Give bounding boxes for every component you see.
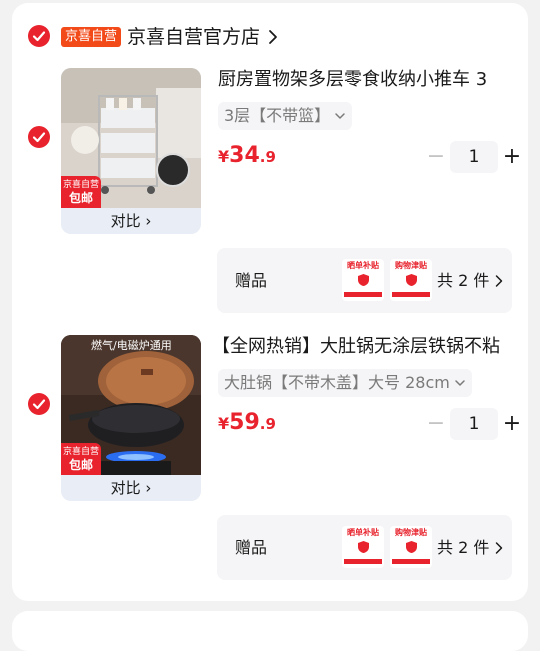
thumb-tag-top: 京喜自营 bbox=[62, 180, 99, 190]
compare-button[interactable]: 对比 › bbox=[61, 208, 201, 234]
quantity-stepper: − 1 + bbox=[424, 408, 524, 440]
item-select-check-icon[interactable] bbox=[28, 393, 50, 415]
spec-selector[interactable]: 大肚锅【不带木盖】大号 28cm bbox=[218, 369, 472, 397]
gift-bar bbox=[344, 559, 382, 564]
spec-label: 3层【不带篮】 bbox=[224, 106, 331, 125]
thumb-tag-top: 京喜自营 bbox=[62, 447, 99, 457]
gift-name: 晒单补贴 bbox=[347, 261, 379, 270]
shield-icon bbox=[358, 541, 369, 553]
gift-count-text: 共 2 件 bbox=[437, 271, 490, 290]
plus-icon[interactable]: + bbox=[500, 408, 524, 440]
product-thumbnail[interactable]: 燃气/电磁炉通用 京喜自营 包邮 对比 › bbox=[61, 335, 201, 501]
gift-bar bbox=[344, 292, 382, 297]
shield-icon bbox=[406, 274, 417, 286]
price-currency: ¥ bbox=[218, 414, 230, 433]
quantity-stepper: − 1 + bbox=[424, 141, 524, 173]
shield-icon bbox=[358, 274, 369, 286]
thumb-caption: 燃气/电磁炉通用 bbox=[91, 339, 172, 352]
chevron-right-icon[interactable] bbox=[267, 28, 279, 46]
gift-name: 晒单补贴 bbox=[347, 528, 379, 537]
next-store-card bbox=[12, 611, 528, 651]
gift-name: 购物津贴 bbox=[395, 261, 427, 270]
product-thumbnail[interactable]: 京喜自营 包邮 对比 › bbox=[61, 68, 201, 234]
price-decimal: .9 bbox=[259, 148, 276, 166]
minus-icon[interactable]: − bbox=[424, 141, 448, 173]
minus-icon[interactable]: − bbox=[424, 408, 448, 440]
gift-name: 购物津贴 bbox=[395, 528, 427, 537]
store-card: 京喜自营 京喜自营官方店 京喜自营 包邮 对比 › 厨房置物架多层零食收纳小推车… bbox=[12, 3, 528, 601]
gift-thumbnail: 购物津贴 bbox=[390, 259, 432, 301]
gift-count[interactable]: 共 2 件 bbox=[437, 269, 503, 293]
gift-count-text: 共 2 件 bbox=[437, 538, 490, 557]
chevron-down-icon bbox=[335, 113, 345, 119]
chevron-down-icon bbox=[455, 380, 465, 386]
gift-count[interactable]: 共 2 件 bbox=[437, 536, 503, 560]
price-decimal: .9 bbox=[259, 415, 276, 433]
gift-row[interactable]: 赠品 晒单补贴 购物津贴 共 2 件 bbox=[217, 248, 512, 313]
gift-thumbnail: 购物津贴 bbox=[390, 526, 432, 568]
thumb-promo-tag: 京喜自营 包邮 bbox=[61, 176, 101, 208]
store-badge: 京喜自营 bbox=[61, 27, 122, 47]
price-integer: 59 bbox=[229, 410, 260, 435]
spec-selector[interactable]: 3层【不带篮】 bbox=[218, 102, 353, 130]
product-price: ¥34.9 bbox=[218, 143, 276, 168]
thumb-tag-bottom: 包邮 bbox=[68, 458, 93, 472]
gift-label: 赠品 bbox=[235, 538, 268, 557]
item-select-check-icon[interactable] bbox=[28, 126, 50, 148]
thumb-tag-bottom: 包邮 bbox=[68, 191, 93, 205]
product-title[interactable]: 厨房置物架多层零食收纳小推车 3 bbox=[218, 67, 518, 93]
price-integer: 34 bbox=[229, 143, 260, 168]
gift-row[interactable]: 赠品 晒单补贴 购物津贴 共 2 件 bbox=[217, 515, 512, 580]
product-title[interactable]: 【全网热销】大肚锅无涂层铁锅不粘 bbox=[212, 334, 518, 360]
thumb-promo-tag: 京喜自营 包邮 bbox=[61, 443, 101, 475]
gift-bar bbox=[392, 292, 430, 297]
gift-thumbnail: 晒单补贴 bbox=[342, 259, 384, 301]
gift-label: 赠品 bbox=[235, 271, 268, 290]
gift-thumbnail: 晒单补贴 bbox=[342, 526, 384, 568]
chevron-right-icon bbox=[496, 275, 503, 287]
store-name[interactable]: 京喜自营官方店 bbox=[127, 24, 260, 50]
compare-button[interactable]: 对比 › bbox=[61, 475, 201, 501]
chevron-right-icon bbox=[496, 542, 503, 554]
product-price: ¥59.9 bbox=[218, 410, 276, 435]
plus-icon[interactable]: + bbox=[500, 141, 524, 173]
quantity-field[interactable]: 1 bbox=[450, 141, 498, 173]
price-currency: ¥ bbox=[218, 147, 230, 166]
store-select-check-icon[interactable] bbox=[28, 25, 50, 47]
spec-label: 大肚锅【不带木盖】大号 28cm bbox=[224, 373, 450, 392]
store-header[interactable]: 京喜自营 京喜自营官方店 bbox=[12, 3, 528, 63]
gift-bar bbox=[392, 559, 430, 564]
shield-icon bbox=[406, 541, 417, 553]
quantity-field[interactable]: 1 bbox=[450, 408, 498, 440]
